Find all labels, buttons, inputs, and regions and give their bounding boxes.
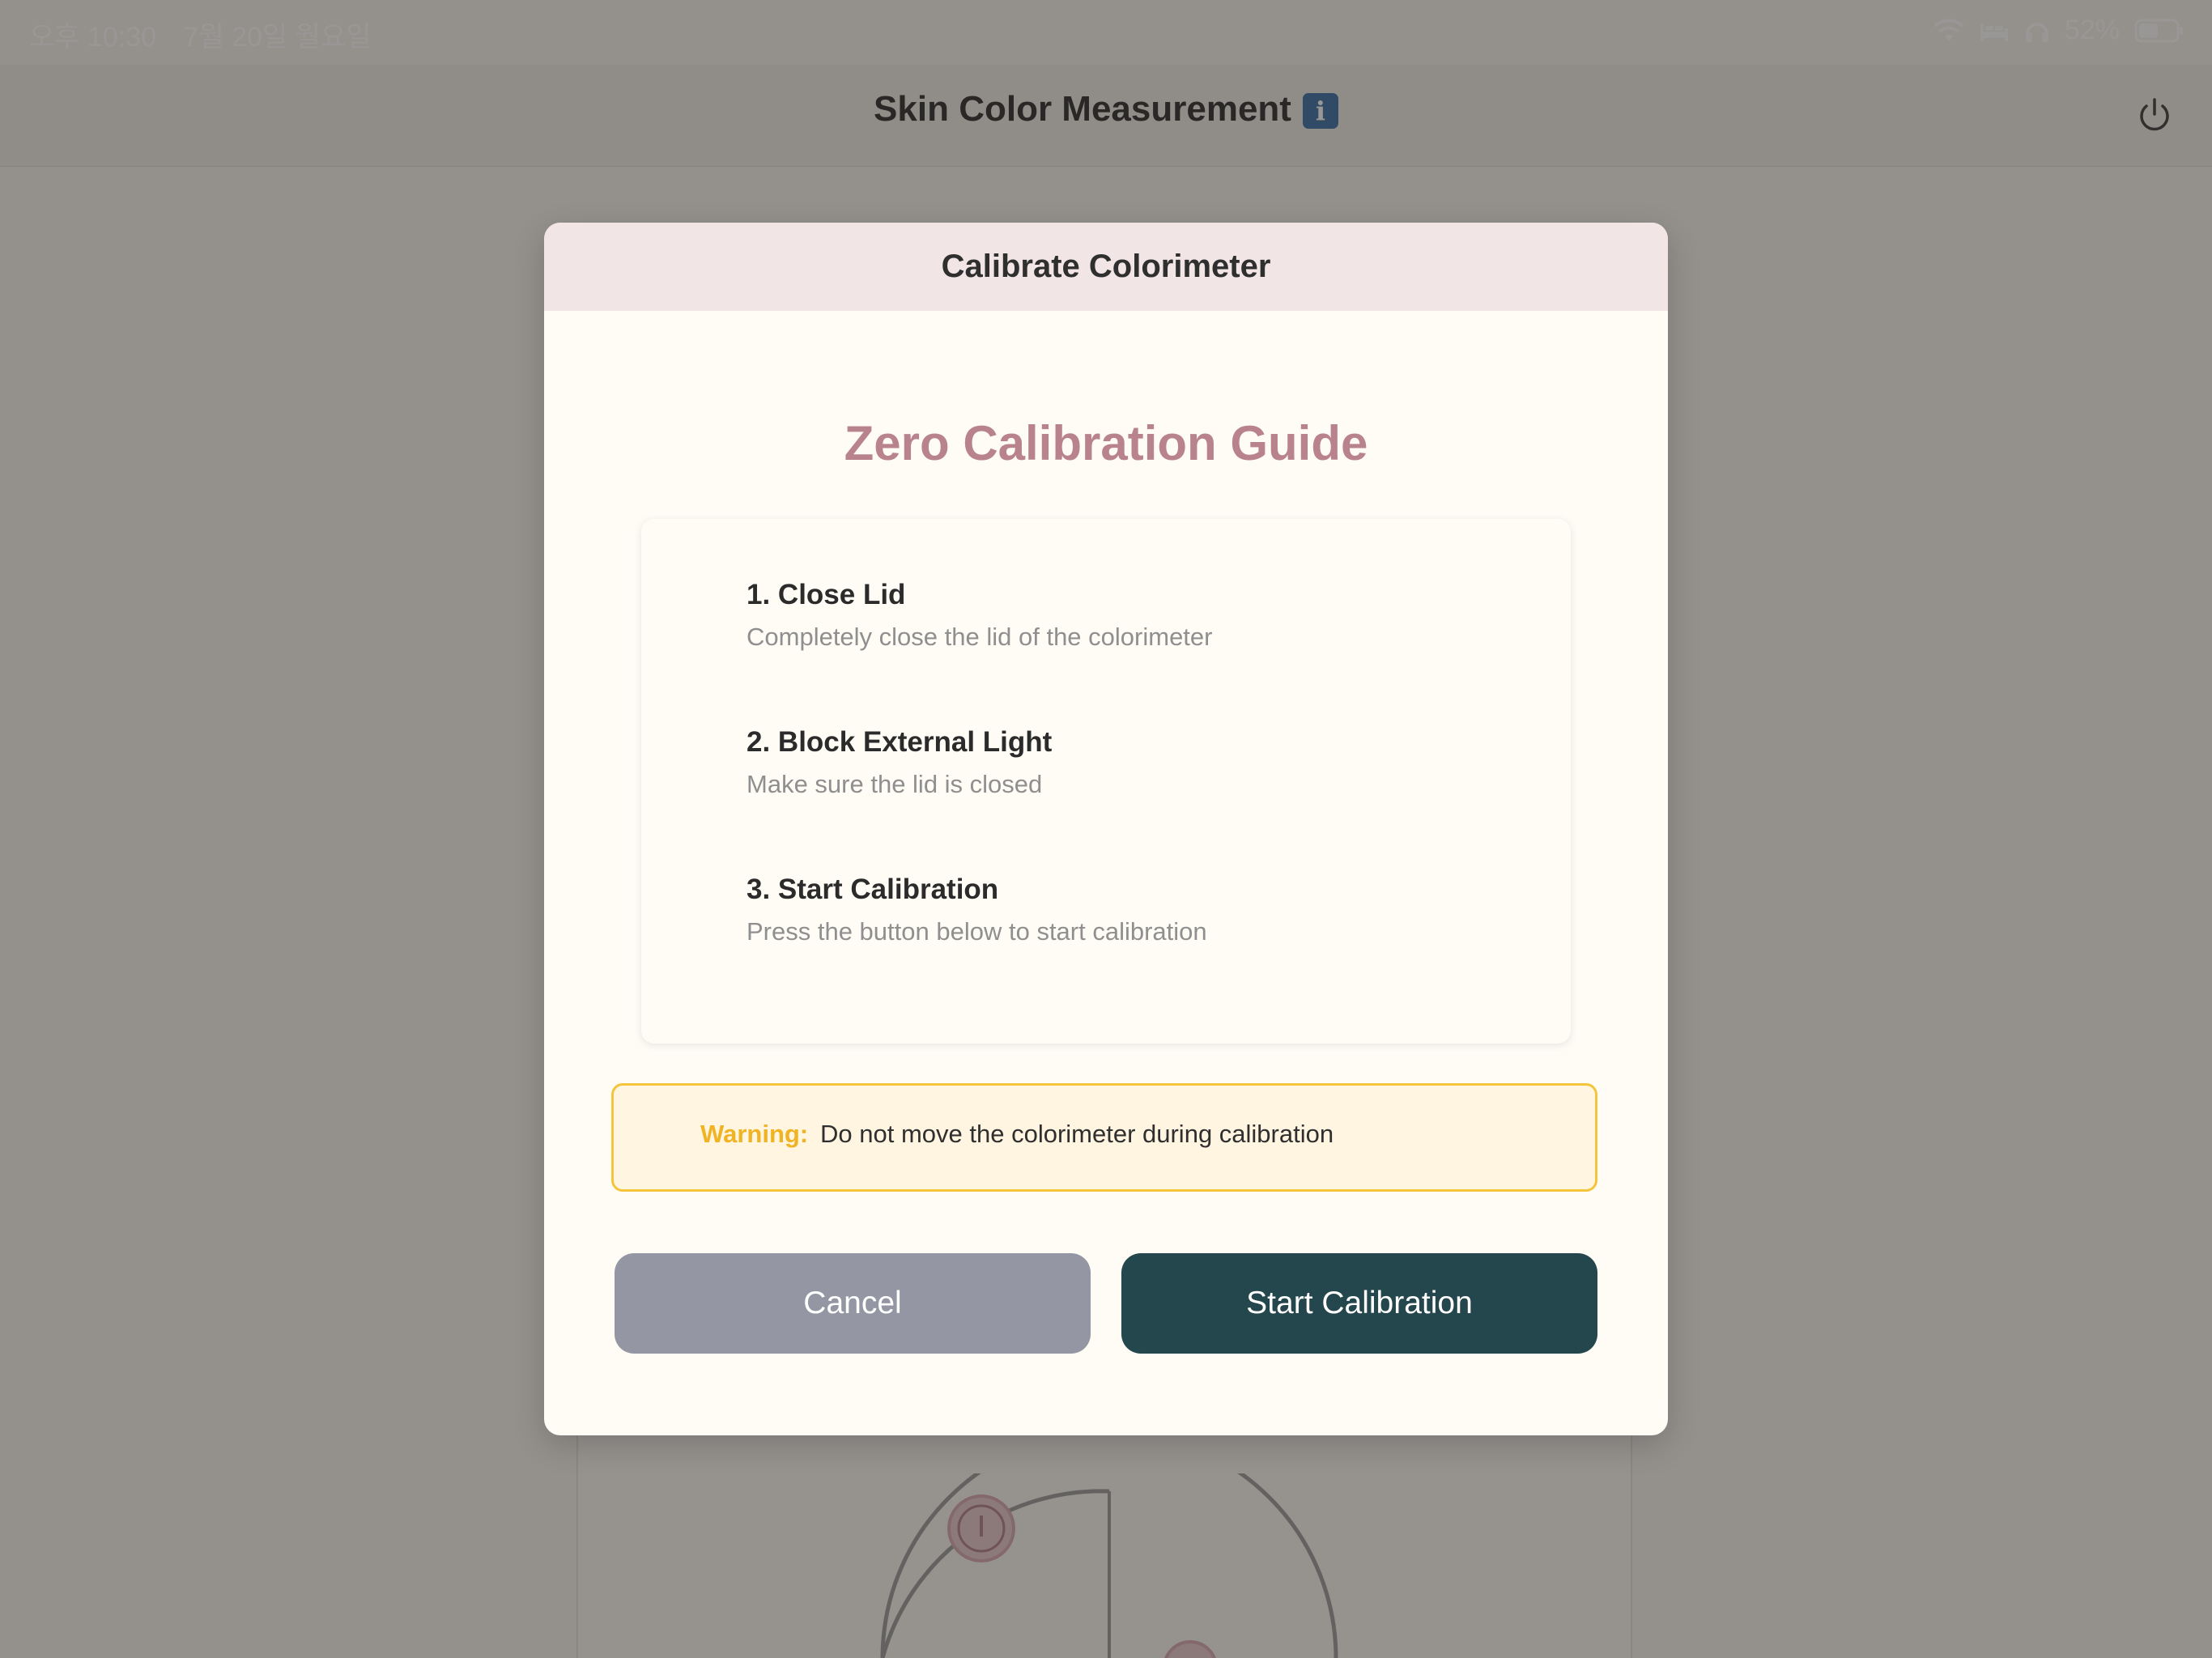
step-description: Make sure the lid is closed	[747, 770, 1043, 798]
step-description: Press the button below to start calibrat…	[747, 917, 1207, 946]
calibration-modal: Calibrate Colorimeter Zero Calibration G…	[544, 223, 1668, 1435]
cancel-button[interactable]: Cancel	[615, 1253, 1091, 1354]
steps-card: 1. Close Lid Completely close the lid of…	[641, 519, 1571, 1044]
step-start-calibration: 3. Start Calibration Press the button be…	[747, 874, 1207, 946]
guide-title: Zero Calibration Guide	[844, 416, 1368, 470]
step-title: 2. Block External Light	[747, 726, 1053, 758]
step-close-lid: 1. Close Lid Completely close the lid of…	[747, 579, 1212, 652]
step-title: 1. Close Lid	[747, 579, 906, 610]
step-title: 3. Start Calibration	[747, 874, 999, 905]
warning-box: Warning: Do not move the colorimeter dur…	[611, 1083, 1597, 1192]
step-description: Completely close the lid of the colorime…	[747, 623, 1213, 651]
warning-label: Warning:	[700, 1120, 809, 1148]
modal-title: Calibrate Colorimeter	[544, 223, 1668, 311]
step-block-light: 2. Block External Light Make sure the li…	[747, 726, 1052, 799]
start-calibration-button[interactable]: Start Calibration	[1121, 1253, 1597, 1354]
warning-text: Do not move the colorimeter during calib…	[820, 1120, 1334, 1148]
